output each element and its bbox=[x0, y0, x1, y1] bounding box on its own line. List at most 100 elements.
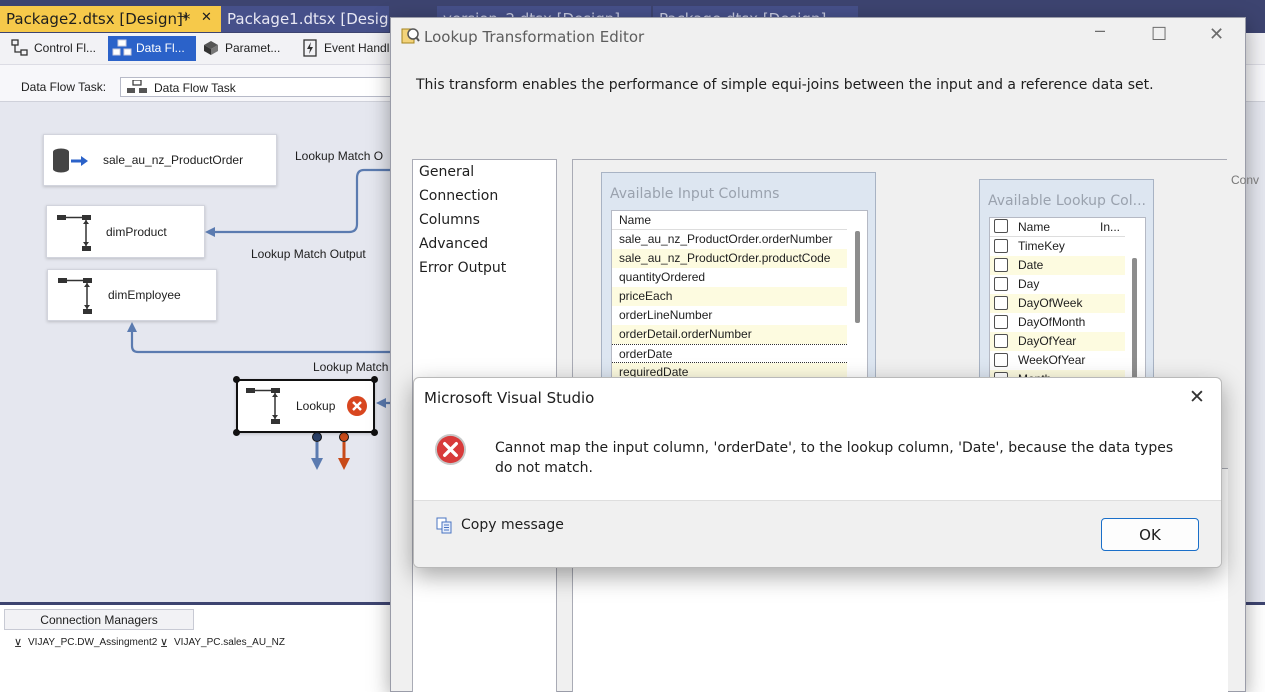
resize-handle[interactable] bbox=[371, 429, 378, 436]
flow-label-match-top: Lookup Match O bbox=[295, 149, 384, 163]
connection-managers-tab[interactable]: Connection Managers bbox=[4, 609, 194, 630]
source-database-icon bbox=[53, 148, 88, 173]
minimize-icon[interactable]: – bbox=[1095, 20, 1105, 41]
copy-message-button[interactable]: Copy message bbox=[436, 517, 564, 534]
source-node[interactable]: sale_au_nz_ProductOrder bbox=[43, 134, 277, 186]
cut-off-label: Conv bbox=[1231, 173, 1260, 187]
destination-icon bbox=[57, 215, 91, 251]
maximize-icon[interactable]: ☐ bbox=[1151, 24, 1167, 45]
dim-employee-node[interactable]: dimEmployee bbox=[47, 269, 217, 321]
error-message-text: Cannot map the input column, 'orderDate'… bbox=[495, 440, 1174, 476]
input-columns-list[interactable]: Name sale_au_nz_ProductOrder.orderNumber… bbox=[611, 210, 868, 380]
lookup-columns-list[interactable]: Name In... TimeKey Date Day DayOfWeek Da… bbox=[989, 217, 1146, 380]
lookup-column-name: WeekOfYear bbox=[1018, 353, 1086, 367]
lookup-column-row[interactable]: WeekOfYear bbox=[990, 351, 1125, 370]
lookup-error-connector[interactable] bbox=[339, 432, 349, 442]
doc-tab-package2[interactable]: Package2.dtsx [Design]* ⊣ ✕ bbox=[0, 6, 221, 32]
editor-description: This transform enables the performance o… bbox=[416, 77, 1154, 93]
doc-tab-package1[interactable]: Package1.dtsx [Design] bbox=[221, 6, 389, 32]
event-handlers-icon bbox=[303, 39, 317, 57]
connection-manager-item[interactable]: ⊻ VIJAY_PC.DW_Assingment2 bbox=[14, 637, 157, 650]
lookup-column-row[interactable]: DayOfYear bbox=[990, 332, 1125, 351]
lookup-column-name: Day bbox=[1018, 277, 1040, 291]
flow-label-match-output: Lookup Match Output bbox=[251, 247, 366, 261]
lookup-column-checkbox[interactable] bbox=[994, 334, 1008, 348]
input-columns-scrollbar[interactable] bbox=[855, 231, 860, 323]
pin-icon[interactable]: ⊣ bbox=[176, 10, 187, 25]
data-flow-task-select[interactable]: Data Flow Task bbox=[120, 77, 410, 97]
resize-handle[interactable] bbox=[233, 376, 240, 383]
flow-path-match-bottom bbox=[130, 330, 400, 354]
tab-data-flow[interactable]: Data Fl... bbox=[108, 36, 196, 61]
lookup-column-row[interactable]: DayOfMonth bbox=[990, 313, 1125, 332]
dim-product-node[interactable]: dimProduct bbox=[46, 205, 205, 258]
lookup-columns-panel[interactable]: Available Lookup Col... Name In... TimeK… bbox=[979, 179, 1154, 380]
lookup-column-checkbox[interactable] bbox=[994, 239, 1008, 253]
nav-item-columns[interactable]: Columns bbox=[413, 208, 556, 232]
node-label: dimProduct bbox=[106, 224, 167, 239]
arrow-head bbox=[338, 458, 350, 470]
destination-icon bbox=[58, 278, 92, 314]
close-icon[interactable]: ✕ bbox=[1189, 386, 1205, 409]
lookup-column-row[interactable]: Date bbox=[990, 256, 1125, 275]
lookup-columns-scrollbar[interactable] bbox=[1132, 258, 1137, 379]
lookup-node[interactable]: Lookup bbox=[233, 376, 378, 436]
connection-icon: ⊻ bbox=[14, 638, 23, 650]
resize-handle[interactable] bbox=[233, 429, 240, 436]
input-column-row[interactable]: sale_au_nz_ProductOrder.orderNumber bbox=[612, 230, 847, 249]
lookup-columns-header: Name In... bbox=[990, 218, 1125, 237]
doc-tab-label: Package1.dtsx [Design] bbox=[227, 10, 389, 28]
connection-manager-item[interactable]: ⊻ VIJAY_PC.sales_AU_NZ bbox=[160, 637, 285, 650]
lookup-header-index: In... bbox=[1100, 220, 1121, 234]
select-all-checkbox[interactable] bbox=[994, 219, 1008, 233]
lookup-column-row[interactable]: Day bbox=[990, 275, 1125, 294]
input-column-row[interactable]: sale_au_nz_ProductOrder.productCode bbox=[612, 249, 847, 268]
tab-label: Data Fl... bbox=[136, 41, 185, 55]
tab-parameters[interactable]: Paramet... bbox=[197, 36, 292, 61]
input-column-row[interactable]: orderDetail.orderNumber bbox=[612, 325, 847, 344]
close-icon[interactable]: ✕ bbox=[201, 10, 212, 25]
error-icon[interactable] bbox=[346, 395, 368, 417]
lookup-header-name: Name bbox=[1018, 220, 1051, 234]
doc-tab-label: Package2.dtsx [Design]* bbox=[6, 10, 191, 28]
editor-title-bar[interactable]: Lookup Transformation Editor – ☐ ✕ bbox=[391, 18, 1245, 54]
lookup-column-checkbox[interactable] bbox=[994, 296, 1008, 310]
input-column-row[interactable]: orderLineNumber bbox=[612, 306, 847, 325]
input-columns-panel[interactable]: Available Input Columns Name sale_au_nz_… bbox=[601, 172, 876, 380]
lookup-column-checkbox[interactable] bbox=[994, 258, 1008, 272]
lookup-column-name: Date bbox=[1018, 258, 1044, 272]
tab-control-flow[interactable]: Control Fl... bbox=[6, 36, 101, 61]
arrow-head bbox=[311, 458, 323, 470]
close-icon[interactable]: ✕ bbox=[1209, 24, 1224, 45]
input-column-row[interactable]: orderDate bbox=[612, 344, 847, 363]
nav-item-general[interactable]: General bbox=[413, 160, 556, 184]
tab-label: Event Handl... bbox=[324, 41, 390, 55]
nav-item-error-output[interactable]: Error Output bbox=[413, 256, 556, 280]
lookup-column-row[interactable]: DayOfWeek bbox=[990, 294, 1125, 313]
parameters-icon bbox=[204, 41, 218, 55]
message-box-title: Microsoft Visual Studio bbox=[424, 389, 595, 407]
arrow-head bbox=[127, 322, 137, 332]
lookup-column-row[interactable]: TimeKey bbox=[990, 237, 1125, 256]
lookup-column-checkbox[interactable] bbox=[994, 353, 1008, 367]
copy-message-label: Copy message bbox=[461, 517, 564, 533]
lookup-editor-dialog: Lookup Transformation Editor – ☐ ✕ This … bbox=[390, 17, 1259, 692]
connection-icon: ⊻ bbox=[160, 638, 169, 650]
resize-handle[interactable] bbox=[371, 376, 378, 383]
ok-button[interactable]: OK bbox=[1101, 518, 1199, 551]
node-label: dimEmployee bbox=[108, 288, 181, 302]
nav-item-connection[interactable]: Connection bbox=[413, 184, 556, 208]
input-column-row[interactable]: quantityOrdered bbox=[612, 268, 847, 287]
copy-icon bbox=[436, 517, 452, 534]
lookup-column-checkbox[interactable] bbox=[994, 277, 1008, 291]
data-flow-task-value: Data Flow Task bbox=[154, 81, 236, 95]
lookup-columns-title: Available Lookup Col... bbox=[988, 193, 1146, 209]
lookup-column-checkbox[interactable] bbox=[994, 315, 1008, 329]
data-flow-icon bbox=[112, 39, 132, 56]
data-flow-task-label: Data Flow Task: bbox=[21, 80, 107, 94]
tab-event-handlers[interactable]: Event Handl... bbox=[296, 36, 390, 61]
input-column-row[interactable]: priceEach bbox=[612, 287, 847, 306]
lookup-output-connector[interactable] bbox=[312, 432, 322, 442]
nav-item-advanced[interactable]: Advanced bbox=[413, 232, 556, 256]
arrow-head bbox=[376, 398, 386, 408]
